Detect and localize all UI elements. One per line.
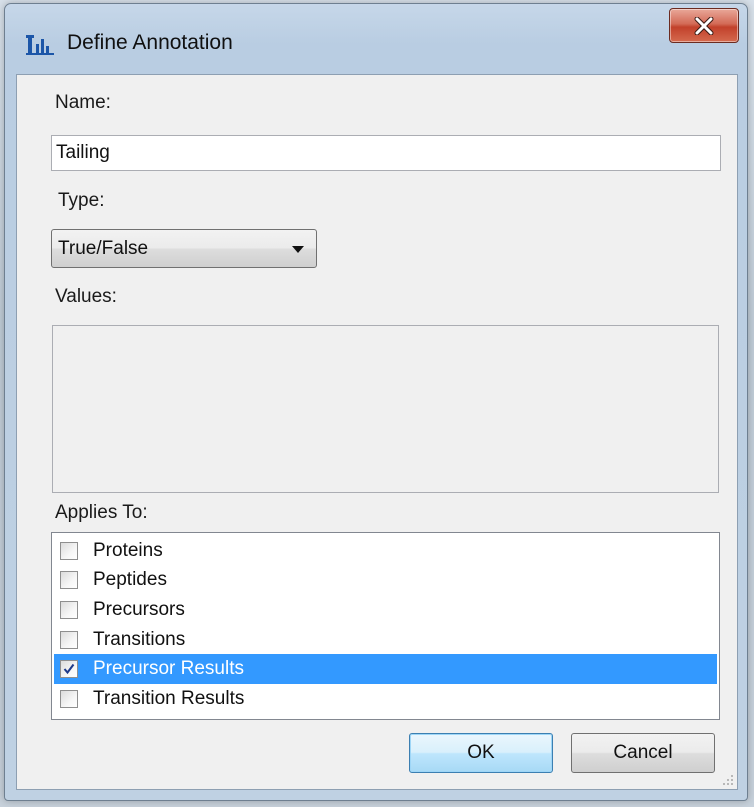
values-label: Values: bbox=[55, 286, 117, 307]
list-item-label: Proteins bbox=[93, 539, 163, 561]
list-item-label: Transitions bbox=[93, 628, 186, 650]
checkbox[interactable] bbox=[60, 689, 78, 708]
list-item[interactable]: Transitions bbox=[54, 625, 717, 655]
title-bar[interactable]: Define Annotation bbox=[5, 4, 747, 74]
checkbox[interactable] bbox=[60, 600, 78, 619]
chart-bars-icon bbox=[26, 35, 54, 55]
ok-button[interactable]: OK bbox=[409, 733, 553, 773]
resize-grip-icon[interactable] bbox=[722, 774, 734, 786]
checkmark-icon bbox=[63, 664, 75, 675]
list-item[interactable]: Proteins bbox=[54, 536, 717, 566]
dialog-client-area: Name: Type: True/False Values: Applies T… bbox=[16, 74, 738, 790]
list-item[interactable]: Transition Results bbox=[54, 684, 717, 714]
checkbox[interactable] bbox=[60, 541, 78, 560]
list-item[interactable]: Precursors bbox=[54, 595, 717, 625]
checkbox[interactable] bbox=[60, 660, 78, 679]
close-icon bbox=[694, 16, 714, 35]
checkbox[interactable] bbox=[60, 630, 78, 649]
chevron-down-icon bbox=[292, 246, 304, 253]
list-item-label: Precursors bbox=[93, 598, 185, 620]
name-label: Name: bbox=[55, 92, 111, 113]
define-annotation-dialog: Define Annotation Name: Type: True/False… bbox=[4, 3, 748, 801]
list-item[interactable]: Precursor Results bbox=[54, 654, 717, 684]
window-title: Define Annotation bbox=[67, 31, 233, 54]
name-field[interactable] bbox=[51, 135, 721, 171]
list-item[interactable]: Peptides bbox=[54, 566, 717, 596]
checkbox[interactable] bbox=[60, 571, 78, 590]
cancel-button[interactable]: Cancel bbox=[571, 733, 715, 773]
type-dropdown[interactable]: True/False bbox=[51, 229, 317, 268]
applies-to-label: Applies To: bbox=[55, 502, 148, 523]
close-button[interactable] bbox=[669, 8, 739, 43]
list-item-label: Transition Results bbox=[93, 687, 245, 709]
list-item-label: Precursor Results bbox=[93, 658, 244, 680]
list-item-label: Peptides bbox=[93, 569, 167, 591]
type-label: Type: bbox=[58, 190, 105, 211]
applies-to-listbox[interactable]: Proteins Peptides Precursors Transitions Pre… bbox=[51, 532, 720, 720]
type-dropdown-value: True/False bbox=[58, 237, 149, 259]
values-textbox bbox=[52, 325, 719, 493]
